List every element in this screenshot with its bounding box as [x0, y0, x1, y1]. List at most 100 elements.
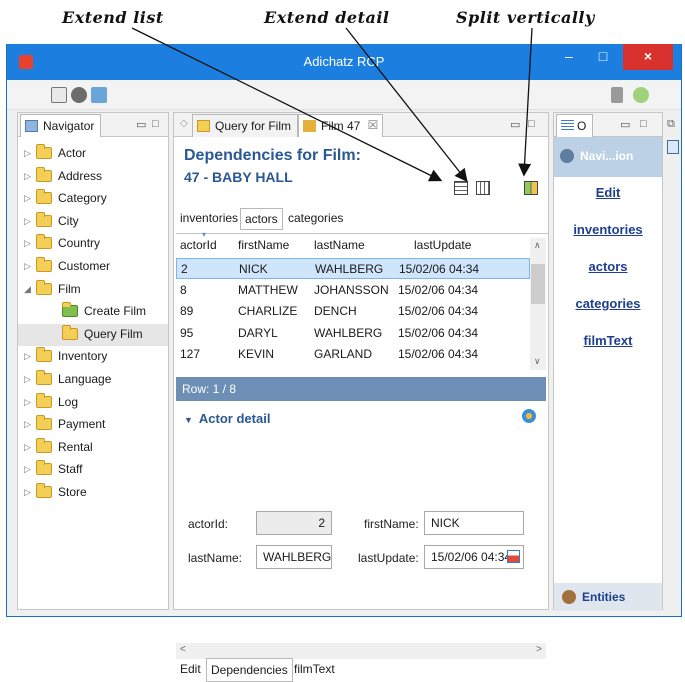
- tree-item-label: Rental: [58, 439, 93, 454]
- collapsed-icon[interactable]: ▷: [24, 464, 31, 475]
- scroll-right-icon[interactable]: >: [536, 644, 542, 655]
- tab-edit[interactable]: Edit: [176, 658, 205, 682]
- tree-item[interactable]: ▷ Store: [18, 482, 168, 504]
- tree-item-label: Language: [58, 372, 112, 386]
- outline-link-categories[interactable]: categories: [554, 296, 662, 311]
- collapsed-icon[interactable]: ▷: [24, 148, 31, 159]
- tab-list-icon[interactable]: ◇: [180, 118, 188, 129]
- tree-item[interactable]: ▷ Language: [18, 369, 168, 391]
- collapsed-icon[interactable]: ▷: [24, 261, 31, 272]
- navigation-header[interactable]: Navi...ion: [554, 137, 662, 177]
- save-icon[interactable]: [51, 87, 67, 103]
- split-vertically-icon[interactable]: [524, 181, 538, 195]
- collapsed-icon[interactable]: ▷: [24, 351, 31, 362]
- collapse-icon[interactable]: ▼: [184, 415, 193, 425]
- tab-query-for-film[interactable]: Query for Film: [192, 114, 299, 137]
- tree-item[interactable]: ▷ Rental: [18, 437, 168, 459]
- restore-icon[interactable]: ⧉: [667, 118, 675, 131]
- minimize-panel-icon[interactable]: ▭: [136, 118, 146, 131]
- collapsed-icon[interactable]: ▷: [24, 419, 31, 430]
- column-header[interactable]: lastUpdate: [414, 238, 471, 252]
- close-tab-icon[interactable]: ☒: [368, 118, 379, 132]
- table-row[interactable]: 8 MATTHEW JOHANSSON 15/02/06 04:34: [176, 280, 530, 301]
- calendar-icon[interactable]: [507, 550, 520, 563]
- table-scrollbar[interactable]: ∧ ∨: [530, 238, 546, 370]
- scroll-thumb[interactable]: [531, 264, 545, 304]
- maximize-button[interactable]: □: [587, 44, 619, 70]
- table-row[interactable]: 127 KEVIN GARLAND 15/02/06 04:34: [176, 344, 530, 365]
- extend-list-icon[interactable]: [454, 181, 468, 195]
- extend-detail-icon[interactable]: [476, 181, 490, 195]
- app-window: Adichatz RCP – □ × Navigator ▭ □ ▷ Actor ▷…: [6, 44, 682, 682]
- collapsed-icon[interactable]: ▷: [24, 397, 31, 408]
- outline-link-inventories[interactable]: inventories: [554, 222, 662, 237]
- maximize-outline-icon[interactable]: □: [640, 118, 647, 130]
- tab-outline[interactable]: O: [556, 114, 594, 137]
- scroll-left-icon[interactable]: <: [180, 644, 186, 655]
- maximize-editor-icon[interactable]: □: [528, 118, 535, 130]
- tab-actors[interactable]: actors: [240, 208, 283, 230]
- tree-item[interactable]: ▷ Customer: [18, 256, 168, 278]
- tree-item[interactable]: ◢ Film: [18, 279, 168, 301]
- table-row[interactable]: 89 CHARLIZE DENCH 15/02/06 04:34: [176, 301, 530, 322]
- table-row[interactable]: 95 DARYL WAHLBERG 15/02/06 04:34: [176, 323, 530, 344]
- tab-inventories[interactable]: inventories: [176, 208, 242, 230]
- collapsed-icon[interactable]: ▷: [24, 193, 31, 204]
- minimize-button[interactable]: –: [553, 44, 585, 70]
- tab-navigator[interactable]: Navigator: [20, 114, 102, 137]
- horizontal-scrollbar[interactable]: < >: [176, 643, 546, 659]
- entities-button[interactable]: Entities: [554, 583, 662, 611]
- close-button[interactable]: ×: [623, 44, 673, 70]
- outline-link-actors[interactable]: actors: [554, 259, 662, 274]
- refresh-icon[interactable]: [91, 87, 107, 103]
- tree-item[interactable]: ▷ Country: [18, 233, 168, 255]
- tree-item[interactable]: ▷ Address: [18, 166, 168, 188]
- entities-icon: [562, 590, 576, 604]
- actorid-field[interactable]: 2: [256, 511, 332, 535]
- tree-item-label: Film: [58, 281, 81, 296]
- tab-categories[interactable]: categories: [284, 208, 347, 230]
- collapsed-icon[interactable]: ▷: [24, 487, 31, 498]
- tree-item[interactable]: ▷ Actor: [18, 143, 168, 165]
- detail-section-header[interactable]: ▼ Actor detail: [184, 411, 270, 426]
- perspective-icon[interactable]: [633, 87, 649, 103]
- tab-filmtext[interactable]: filmText: [290, 658, 339, 682]
- tree-item[interactable]: ▷ Category: [18, 188, 168, 210]
- outline-link-filmtext[interactable]: filmText: [554, 333, 662, 348]
- collapsed-icon[interactable]: ▷: [24, 442, 31, 453]
- collapsed-icon[interactable]: ▷: [24, 238, 31, 249]
- tree-item[interactable]: ▷ City: [18, 211, 168, 233]
- collapsed-icon[interactable]: ▷: [24, 171, 31, 182]
- lastname-field[interactable]: WAHLBERG: [256, 545, 332, 569]
- outline-link-edit[interactable]: Edit: [554, 185, 662, 200]
- tree-item[interactable]: ▷ Inventory: [18, 346, 168, 368]
- minimize-editor-icon[interactable]: ▭: [510, 118, 520, 131]
- scroll-up-icon[interactable]: ∧: [534, 240, 541, 251]
- column-header[interactable]: actorId: [180, 238, 217, 252]
- lastupdate-field[interactable]: 15/02/06 04:34: [424, 545, 524, 569]
- tree-item[interactable]: ▷ Payment: [18, 414, 168, 436]
- table-row[interactable]: 2 NICK WAHLBERG 15/02/06 04:34: [176, 258, 530, 279]
- collapsed-icon[interactable]: ▷: [24, 374, 31, 385]
- collapsed-icon[interactable]: ▷: [24, 216, 31, 227]
- tree-item[interactable]: Create Film: [18, 301, 168, 323]
- tab-dependencies[interactable]: Dependencies: [206, 658, 293, 682]
- tree-item[interactable]: ▷ Log: [18, 392, 168, 414]
- maximize-panel-icon[interactable]: □: [152, 118, 159, 130]
- column-header[interactable]: lastName: [314, 238, 365, 252]
- settings-icon[interactable]: [522, 409, 536, 423]
- firstname-field[interactable]: NICK: [424, 511, 524, 535]
- folder-icon: [36, 257, 52, 272]
- minimize-outline-icon[interactable]: ▭: [620, 118, 630, 131]
- scroll-down-icon[interactable]: ∨: [534, 356, 541, 367]
- cancel-icon[interactable]: [71, 87, 87, 103]
- title-bar[interactable]: Adichatz RCP – □ ×: [7, 44, 681, 80]
- expanded-icon[interactable]: ◢: [24, 284, 31, 295]
- wrench-icon[interactable]: [611, 87, 623, 103]
- column-header[interactable]: firstName: [238, 238, 289, 252]
- side-view-icon[interactable]: [667, 140, 679, 154]
- tab-film-47[interactable]: Film 47 ☒: [298, 114, 384, 137]
- folder-icon: [36, 189, 52, 205]
- tree-item[interactable]: Query Film: [18, 323, 168, 346]
- tree-item[interactable]: ▷ Staff: [18, 459, 168, 481]
